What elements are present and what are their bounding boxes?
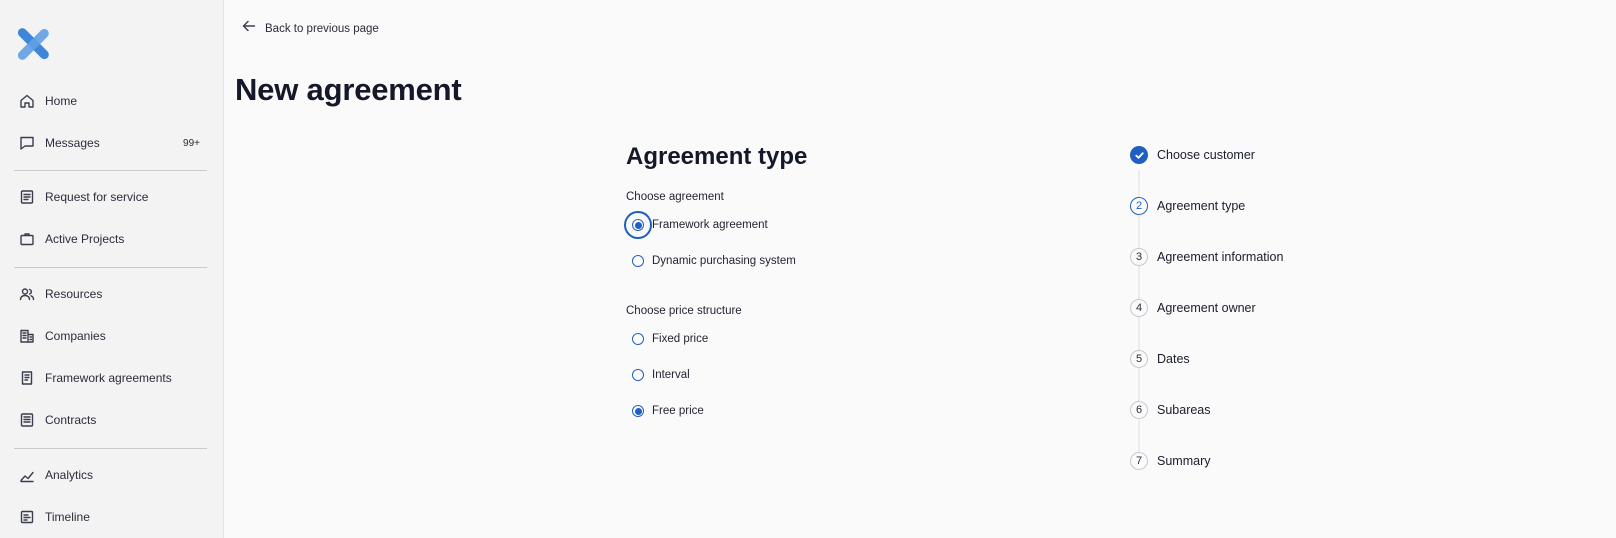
radio-interval[interactable]: Interval [632, 369, 690, 381]
step-choose-customer[interactable]: Choose customer [1130, 146, 1255, 164]
unread-count-badge: 99+ [183, 137, 200, 149]
step-label: Dates [1157, 352, 1190, 366]
sidebar-item-label: Home [45, 94, 78, 108]
sidebar-divider [14, 267, 207, 268]
x-logo-icon[interactable] [16, 27, 50, 61]
radio-button[interactable] [632, 255, 644, 267]
timeline-icon [19, 509, 35, 525]
radio-dynamic-purchasing-system[interactable]: Dynamic purchasing system [632, 255, 796, 267]
briefcase-icon [19, 231, 35, 247]
radio-button[interactable] [632, 219, 644, 231]
sidebar-item-resources[interactable]: Resources [14, 277, 208, 311]
radio-label: Interval [652, 369, 690, 381]
sidebar-divider [14, 170, 207, 171]
back-link-label: Back to previous page [265, 22, 379, 35]
sidebar-item-active-projects[interactable]: Active Projects [14, 222, 208, 256]
building-icon [19, 328, 35, 344]
sidebar-item-label: Analytics [45, 468, 94, 482]
sidebar-item-label: Framework agreements [45, 371, 172, 385]
arrow-left-icon [242, 19, 256, 38]
radio-free-price[interactable]: Free price [632, 405, 704, 417]
message-icon [19, 135, 35, 151]
sidebar-item-framework-agreements[interactable]: Framework agreements [14, 361, 208, 395]
radio-button[interactable] [632, 405, 644, 417]
step-agreement-type[interactable]: 2 Agreement type [1130, 197, 1245, 215]
step-number: 4 [1130, 299, 1148, 317]
radio-label: Framework agreement [652, 219, 768, 231]
radio-label: Fixed price [652, 333, 709, 345]
receipt-icon [19, 370, 35, 386]
radio-label: Dynamic purchasing system [652, 255, 796, 267]
price-group-label: Choose price structure [626, 305, 742, 317]
sidebar-item-request-for-service[interactable]: Request for service [14, 180, 208, 214]
home-icon [19, 93, 35, 109]
sidebar-item-analytics[interactable]: Analytics [14, 458, 208, 492]
contract-icon [19, 412, 35, 428]
sidebar-item-label: Resources [45, 287, 103, 301]
step-summary[interactable]: 7 Summary [1130, 452, 1210, 470]
step-label: Summary [1157, 454, 1211, 468]
step-dates[interactable]: 5 Dates [1130, 350, 1190, 368]
users-icon [19, 286, 35, 302]
step-agreement-owner[interactable]: 4 Agreement owner [1130, 299, 1256, 317]
analytics-icon [19, 467, 35, 483]
sidebar-item-label: Active Projects [45, 232, 125, 246]
step-agreement-information[interactable]: 3 Agreement information [1130, 248, 1283, 266]
sidebar-item-contracts[interactable]: Contracts [14, 403, 208, 437]
step-label: Agreement information [1157, 250, 1284, 264]
radio-framework-agreement[interactable]: Framework agreement [632, 219, 768, 231]
sidebar: Home Messages 99+ Request for service Ac… [0, 0, 224, 538]
sidebar-item-label: Contracts [45, 413, 97, 427]
sidebar-item-timeline[interactable]: Timeline [14, 500, 208, 534]
step-label: Agreement owner [1157, 301, 1256, 315]
step-number: 3 [1130, 248, 1148, 266]
step-label: Agreement type [1157, 199, 1246, 213]
step-subareas[interactable]: 6 Subareas [1130, 401, 1211, 419]
sidebar-item-label: Timeline [45, 510, 90, 524]
sidebar-divider [14, 448, 207, 449]
agreement-group-label: Choose agreement [626, 191, 724, 203]
radio-button[interactable] [632, 333, 644, 345]
sidebar-item-label: Companies [45, 329, 106, 343]
page-title: New agreement [235, 72, 462, 107]
sidebar-item-label: Messages [45, 136, 100, 150]
sidebar-item-companies[interactable]: Companies [14, 319, 208, 353]
sidebar-item-label: Request for service [45, 190, 149, 204]
radio-label: Free price [652, 405, 704, 417]
radio-fixed-price[interactable]: Fixed price [632, 333, 708, 345]
section-title: Agreement type [626, 143, 808, 170]
step-number: 7 [1130, 452, 1148, 470]
step-label: Subareas [1157, 403, 1211, 417]
check-icon [1130, 146, 1148, 164]
radio-button[interactable] [632, 369, 644, 381]
document-list-icon [19, 189, 35, 205]
sidebar-item-home[interactable]: Home [14, 84, 208, 118]
step-number: 5 [1130, 350, 1148, 368]
step-number: 6 [1130, 401, 1148, 419]
back-link[interactable]: Back to previous page [242, 19, 379, 38]
step-label: Choose customer [1157, 148, 1255, 162]
step-number: 2 [1130, 197, 1148, 215]
sidebar-item-messages[interactable]: Messages 99+ [14, 126, 208, 160]
